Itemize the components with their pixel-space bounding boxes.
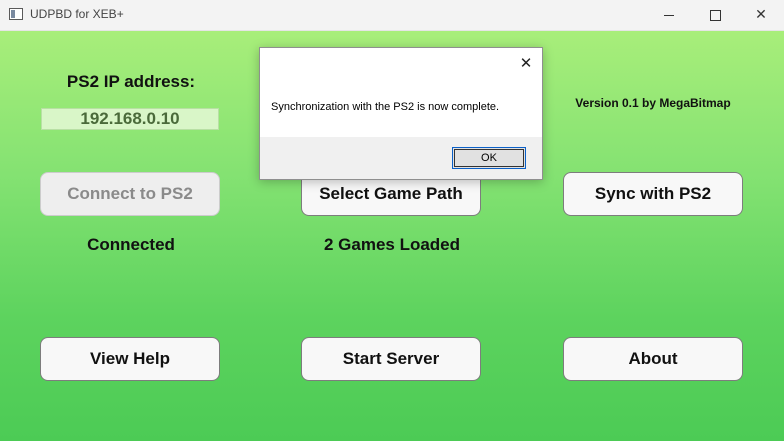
- games-loaded-status: 2 Games Loaded: [323, 235, 461, 254]
- connection-status: Connected: [87, 235, 175, 254]
- dialog-ok-button[interactable]: OK: [452, 147, 526, 169]
- message-dialog: ✕ Synchronization with the PS2 is now co…: [259, 47, 543, 180]
- window-title: UDPBD for XEB+: [30, 7, 124, 21]
- version-label: Version 0.1 by MegaBitmap: [575, 96, 731, 110]
- start-server-button[interactable]: Start Server: [301, 337, 481, 381]
- sync-button[interactable]: Sync with PS2: [563, 172, 743, 216]
- ip-address-label: PS2 IP address:: [66, 72, 196, 91]
- about-button[interactable]: About: [563, 337, 743, 381]
- connect-button[interactable]: Connect to PS2: [40, 172, 220, 216]
- dialog-message: Synchronization with the PS2 is now comp…: [271, 101, 500, 113]
- minimize-button[interactable]: [646, 0, 692, 30]
- maximize-button[interactable]: [692, 0, 738, 30]
- close-icon: ✕: [755, 7, 767, 23]
- window-close-button[interactable]: ✕: [738, 0, 784, 30]
- ip-address-input[interactable]: 192.168.0.10: [41, 108, 219, 130]
- minimize-icon: [664, 14, 674, 16]
- window-app-icon: [9, 8, 23, 20]
- title-bar: UDPBD for XEB+ ✕: [0, 0, 784, 31]
- dialog-close-button[interactable]: ✕: [514, 52, 538, 74]
- maximize-icon: [709, 9, 721, 21]
- close-icon: ✕: [519, 54, 533, 72]
- view-help-button[interactable]: View Help: [40, 337, 220, 381]
